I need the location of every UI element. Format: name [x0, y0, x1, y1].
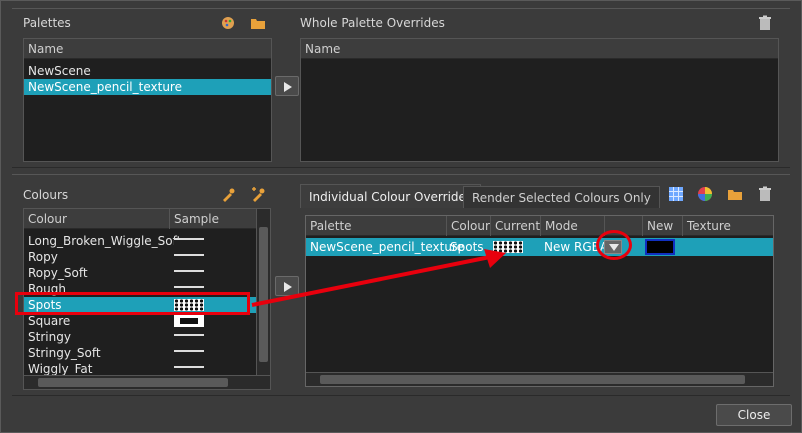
colour-sample	[174, 350, 204, 358]
colour-name: Long_Broken_Wiggle_Soft	[28, 234, 182, 248]
colour-sample	[174, 334, 204, 342]
grid-icon[interactable]	[668, 186, 684, 202]
colour-name: Ropy_Soft	[28, 266, 88, 280]
palette-browser-icon[interactable]	[220, 15, 236, 31]
pick-colour-add-icon[interactable]	[250, 187, 266, 203]
colour-wheel-icon[interactable]	[697, 186, 713, 202]
column-name[interactable]: Name	[24, 39, 271, 59]
trash-icon[interactable]	[757, 15, 773, 31]
colours-horizontal-scrollbar[interactable]	[24, 375, 270, 389]
mode-dropdown-highlight-annotation	[596, 230, 632, 260]
whole-overrides-title: Whole Palette Overrides	[300, 16, 445, 30]
colour-item[interactable]: Ropy_Soft	[24, 265, 256, 281]
trash-icon[interactable]	[757, 186, 773, 202]
column-sample[interactable]: Sample	[170, 209, 258, 229]
override-current-swatch	[493, 241, 523, 253]
tab-individual-colour-overrides[interactable]: Individual Colour Overrides	[300, 184, 482, 208]
close-button[interactable]: Close	[716, 404, 792, 426]
colour-name: Stringy_Soft	[28, 346, 101, 360]
colour-sample	[174, 238, 204, 246]
column-colour[interactable]: Colour	[447, 216, 491, 236]
overrides-horizontal-scrollbar[interactable]	[306, 372, 773, 386]
colour-sample	[174, 366, 204, 374]
colours-vertical-scrollbar[interactable]	[256, 209, 270, 375]
colours-column-header[interactable]: Colour Sample	[24, 209, 270, 229]
colour-item[interactable]: Square	[24, 313, 256, 329]
whole-overrides-list[interactable]: Name	[300, 38, 779, 162]
palettes-column-header[interactable]: Name	[24, 39, 271, 59]
colour-overrides-table[interactable]: Palette Colour Current Mode New Texture …	[305, 215, 774, 387]
palette-item-newscene[interactable]: NewScene	[24, 63, 271, 79]
colour-item[interactable]: Stringy_Soft	[24, 345, 256, 361]
folder-icon[interactable]	[727, 186, 743, 202]
column-palette[interactable]: Palette	[306, 216, 447, 236]
tab-render-selected-colours-only[interactable]: Render Selected Colours Only	[463, 186, 660, 208]
colour-item[interactable]: Ropy	[24, 249, 256, 265]
scroll-thumb[interactable]	[320, 375, 745, 384]
scroll-thumb[interactable]	[259, 227, 268, 362]
colour-sample	[174, 254, 204, 262]
palette-item-newscene-pencil-texture[interactable]: NewScene_pencil_texture	[24, 79, 271, 95]
palettes-list[interactable]: Name NewScene NewScene_pencil_texture	[23, 38, 272, 162]
colour-name: Square	[28, 314, 71, 328]
column-name[interactable]: Name	[301, 39, 778, 59]
pick-colour-icon[interactable]	[220, 187, 236, 203]
colour-item[interactable]: Long_Broken_Wiggle_Soft	[24, 233, 256, 249]
column-mode[interactable]: Mode	[541, 216, 605, 236]
colour-sample	[174, 270, 204, 278]
colour-name: Stringy	[28, 330, 71, 344]
column-current[interactable]: Current	[491, 216, 541, 236]
colour-name: Wiggly_Fat	[28, 362, 93, 376]
override-row[interactable]: NewScene_pencil_texture Spots New RGBA	[306, 238, 773, 256]
new-colour-swatch[interactable]	[645, 239, 675, 255]
whole-overrides-column-header[interactable]: Name	[301, 39, 778, 59]
colour-name: Ropy	[28, 250, 58, 264]
column-new[interactable]: New	[643, 216, 683, 236]
override-palette: NewScene_pencil_texture	[310, 240, 464, 254]
colours-title: Colours	[23, 188, 69, 202]
column-texture-filename[interactable]: Texture Filename	[683, 216, 773, 253]
colour-sample	[174, 315, 204, 327]
override-colour: Spots	[450, 240, 484, 254]
colour-item[interactable]: Stringy	[24, 329, 256, 345]
folder-icon[interactable]	[250, 15, 266, 31]
palettes-title: Palettes	[23, 16, 71, 30]
add-whole-override-button[interactable]	[275, 76, 299, 96]
scroll-thumb[interactable]	[38, 378, 228, 387]
column-colour[interactable]: Colour	[24, 209, 170, 229]
spots-highlight-annotation	[15, 292, 250, 315]
add-colour-override-button[interactable]	[275, 276, 299, 296]
overrides-column-header[interactable]: Palette Colour Current Mode New Texture …	[306, 216, 773, 253]
